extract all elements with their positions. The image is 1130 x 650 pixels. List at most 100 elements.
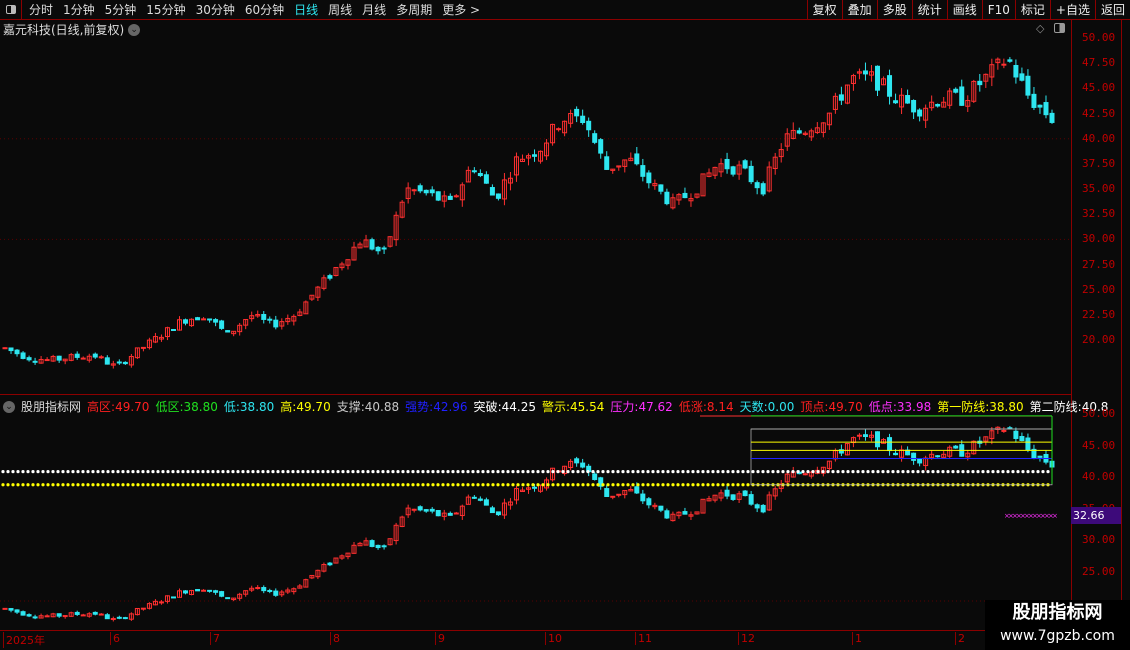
support-dot	[881, 470, 885, 474]
support-dot	[271, 470, 275, 474]
candle-body	[604, 488, 610, 497]
support-dot	[571, 470, 575, 474]
candle-body	[658, 505, 664, 511]
defense-dot	[441, 483, 445, 487]
candle-body	[1043, 102, 1049, 116]
support-dot	[686, 470, 690, 474]
indicator-item: 高区:49.70	[87, 400, 150, 414]
defense-dot	[266, 483, 270, 487]
support-dot	[436, 470, 440, 474]
support-dot	[331, 470, 335, 474]
candle-body	[610, 495, 616, 498]
indicator-item: 支撑:40.88	[336, 400, 400, 414]
candle-body	[267, 318, 273, 321]
defense-dot	[26, 483, 30, 487]
defense-dot	[1, 483, 5, 487]
support-dot	[596, 470, 600, 474]
candle-body	[760, 504, 766, 513]
candle-body	[748, 165, 754, 183]
defense-dot	[136, 483, 140, 487]
defense-dot	[346, 483, 350, 487]
support-dot	[426, 470, 430, 474]
candle-body	[267, 589, 273, 592]
chevron-down-icon[interactable]: ⌄	[3, 400, 15, 413]
candlestick-chart[interactable]: ×××××××××××××	[0, 0, 1130, 650]
candle-body	[381, 247, 387, 250]
candle-body	[423, 189, 429, 194]
support-dot	[191, 470, 195, 474]
support-dot	[1026, 470, 1030, 474]
support-dot	[621, 470, 625, 474]
defense-dot	[701, 483, 705, 487]
support-dot	[806, 470, 810, 474]
defense-dot	[501, 483, 505, 487]
candle-body	[574, 108, 580, 117]
defense-dot	[551, 483, 555, 487]
candle-body	[592, 133, 598, 143]
defense-dot	[146, 483, 150, 487]
candle-body	[477, 498, 483, 501]
defense-dot	[481, 483, 485, 487]
candle-body	[742, 160, 748, 169]
defense-dot	[451, 483, 455, 487]
support-dot	[141, 470, 145, 474]
support-dot	[796, 470, 800, 474]
support-dot	[886, 470, 890, 474]
candle-body	[580, 462, 586, 468]
defense-dot	[386, 483, 390, 487]
support-dot	[21, 470, 25, 474]
candle-body	[429, 508, 435, 512]
support-dot	[111, 470, 115, 474]
support-dot	[821, 470, 825, 474]
defense-dot	[221, 483, 225, 487]
defense-dot	[116, 483, 120, 487]
defense-dot	[406, 483, 410, 487]
defense-dot	[316, 483, 320, 487]
support-dot	[546, 470, 550, 474]
support-dot	[201, 470, 205, 474]
defense-dot	[226, 483, 230, 487]
defense-dot	[641, 483, 645, 487]
candle-body	[453, 512, 459, 515]
defense-dot	[126, 483, 130, 487]
support-dot	[136, 470, 140, 474]
candle-body	[207, 589, 213, 592]
y-tick-label: 45.00	[1082, 81, 1116, 95]
defense-dot	[511, 483, 515, 487]
defense-dot	[371, 483, 375, 487]
candle-body	[953, 445, 959, 449]
support-dot	[46, 470, 50, 474]
candle-body	[634, 486, 640, 494]
support-dot	[146, 470, 150, 474]
candle-body	[92, 611, 98, 615]
support-dot	[576, 470, 580, 474]
support-dot	[676, 470, 680, 474]
support-dot	[401, 470, 405, 474]
support-dot	[601, 470, 605, 474]
defense-dot	[516, 483, 520, 487]
indicator-label: 高	[280, 400, 293, 414]
indicator-value: 47.62	[638, 400, 673, 414]
defense-dot	[101, 483, 105, 487]
support-dot	[566, 470, 570, 474]
support-dot	[251, 470, 255, 474]
indicator-item: 低:38.80	[223, 400, 275, 414]
defense-dot	[526, 483, 530, 487]
candle-body	[959, 86, 965, 106]
defense-dot	[611, 483, 615, 487]
defense-dot	[466, 483, 470, 487]
candle-body	[213, 590, 219, 593]
support-dot	[1046, 470, 1050, 474]
defense-dot	[706, 483, 710, 487]
defense-dot	[671, 483, 675, 487]
indicator-label: 顶点	[800, 400, 825, 414]
defense-dot	[531, 483, 535, 487]
y-tick-label: 50.00	[1082, 407, 1116, 420]
support-dot	[391, 470, 395, 474]
indicator-value: 38.80	[183, 400, 218, 414]
month-label: 10	[545, 632, 562, 645]
candle-body	[682, 192, 688, 199]
support-dot	[966, 470, 970, 474]
indicator-label: 强势	[405, 400, 430, 414]
support-dot	[761, 470, 765, 474]
